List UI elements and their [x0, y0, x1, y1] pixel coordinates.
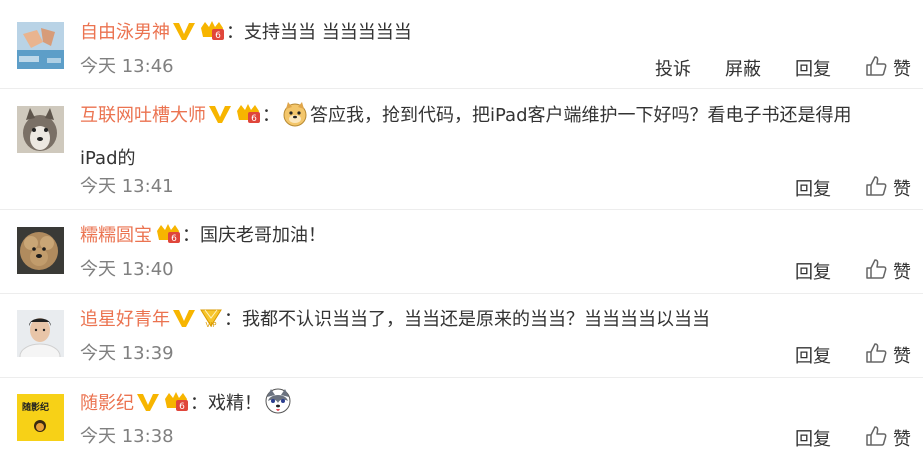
timestamp: 今天 13:40 — [80, 259, 174, 280]
like-label: 赞 — [893, 345, 911, 367]
comment-content: 追星好青年 VIP ：我都不认识当当了，当当还是原来的当当？当当当当以当当 — [80, 301, 911, 341]
reply-button[interactable]: 回复 — [795, 58, 831, 82]
timestamp: 今天 13:41 — [80, 176, 174, 197]
comment-text: 支持当当 当当当当当 — [244, 22, 412, 43]
comment-actions: 回复 赞 — [761, 342, 911, 371]
like-button[interactable]: 赞 — [865, 258, 911, 287]
v-badge-icon — [172, 304, 196, 341]
comment-text: 国庆老哥加油！ — [200, 225, 326, 246]
svg-text:VIP: VIP — [205, 321, 216, 328]
avatar-image — [17, 106, 64, 153]
level-badge-icon: 6 — [198, 17, 226, 54]
like-label: 赞 — [893, 261, 911, 283]
avatar-image — [17, 310, 64, 357]
comment-content: 互联网吐槽大师 6 ： 答应我，抢到代码，把iPad客户端维护一下好吗？看电子书还是得… — [80, 97, 911, 177]
comment-actions: 回复 赞 — [761, 175, 911, 204]
like-button[interactable]: 赞 — [865, 55, 911, 84]
reply-button[interactable]: 回复 — [795, 261, 831, 285]
comment-text-continued: iPad的 — [80, 148, 136, 169]
comment-text: 我都不认识当当了，当当还是原来的当当？当当当当以当当 — [242, 309, 710, 330]
colon: ： — [182, 225, 200, 246]
thumbs-up-icon — [865, 258, 887, 287]
colon: ： — [262, 105, 280, 126]
username[interactable]: 追星好青年 — [80, 309, 170, 330]
comment-actions: 回复 赞 — [761, 425, 911, 454]
avatar-image — [17, 227, 64, 274]
avatar[interactable]: 随影纪 — [17, 394, 64, 441]
comment-actions: 投诉 屏蔽 回复 赞 — [621, 55, 911, 84]
svg-text:6: 6 — [215, 31, 221, 41]
like-button[interactable]: 赞 — [865, 175, 911, 204]
timestamp: 今天 13:39 — [80, 343, 174, 364]
husky-emoji-icon — [264, 387, 292, 428]
username[interactable]: 互联网吐槽大师 — [80, 105, 206, 126]
timestamp: 今天 13:38 — [80, 426, 174, 447]
vip-badge-icon: VIP — [198, 304, 224, 341]
colon: ： — [190, 393, 208, 414]
level-badge-icon: 6 — [234, 100, 262, 137]
avatar[interactable] — [17, 310, 64, 357]
comment-meta: 今天 13:39 回复 赞 — [80, 342, 911, 367]
colon: ： — [224, 309, 242, 330]
comment-meta: 今天 13:40 回复 赞 — [80, 258, 911, 283]
comment-list: 自由泳男神6：支持当当 当当当当当 今天 13:46 投诉 屏蔽 回复 赞 — [0, 0, 923, 453]
comment-item: 糯糯圆宝 6 ：国庆老哥加油！ 今天 13:40 回复 赞 — [0, 210, 923, 294]
avatar[interactable] — [17, 227, 64, 274]
doge-emoji-icon — [282, 101, 308, 140]
comment-item: 随影纪 随影纪 6 ：戏精！ 今天 13:38 回复 赞 — [0, 378, 923, 453]
comment-actions: 回复 赞 — [761, 258, 911, 287]
thumbs-up-icon — [865, 425, 887, 454]
comment-meta: 今天 13:38 回复 赞 — [80, 425, 911, 450]
comment-text: 答应我，抢到代码，把iPad客户端维护一下好吗？看电子书还是得用 — [310, 105, 852, 126]
svg-text:6: 6 — [251, 114, 257, 124]
level-badge-icon: 6 — [162, 388, 190, 425]
colon: ： — [226, 22, 244, 43]
username[interactable]: 自由泳男神 — [80, 22, 170, 43]
username[interactable]: 随影纪 — [80, 393, 134, 414]
comment-item: 自由泳男神 6 ：支持当当 当当当当当 今天 13:46 投诉 屏蔽 回复 赞 — [0, 0, 923, 89]
like-button[interactable]: 赞 — [865, 342, 911, 371]
level-badge-icon: 6 — [154, 220, 182, 257]
block-button[interactable]: 屏蔽 — [725, 58, 761, 82]
thumbs-up-icon — [865, 175, 887, 204]
svg-text:6: 6 — [171, 234, 177, 244]
like-button[interactable]: 赞 — [865, 425, 911, 454]
avatar-image — [17, 22, 64, 69]
username[interactable]: 糯糯圆宝 — [80, 225, 152, 246]
v-badge-icon — [136, 388, 160, 425]
avatar[interactable] — [17, 106, 64, 153]
comment-meta: 今天 13:46 投诉 屏蔽 回复 赞 — [80, 55, 911, 80]
like-label: 赞 — [893, 428, 911, 450]
comment-meta: 今天 13:41 回复 赞 — [80, 175, 911, 200]
avatar-text: 随影纪 — [22, 403, 50, 413]
report-button[interactable]: 投诉 — [655, 58, 691, 82]
thumbs-up-icon — [865, 55, 887, 84]
avatar-image — [17, 394, 64, 441]
reply-button[interactable]: 回复 — [795, 178, 831, 202]
v-badge-icon — [172, 17, 196, 54]
comment-text: 戏精！ — [208, 393, 262, 414]
reply-button[interactable]: 回复 — [795, 345, 831, 369]
thumbs-up-icon — [865, 342, 887, 371]
svg-text:6: 6 — [179, 402, 185, 412]
comment-content: 糯糯圆宝 6 ：国庆老哥加油！ — [80, 217, 911, 257]
like-label: 赞 — [893, 58, 911, 80]
timestamp: 今天 13:46 — [80, 56, 174, 77]
comment-item: 互联网吐槽大师 6 ： 答应我，抢到代码，把iPad客户端维护一下好吗？看电子书还是得… — [0, 89, 923, 210]
avatar[interactable] — [17, 22, 64, 69]
like-label: 赞 — [893, 178, 911, 200]
comment-content: 随影纪 6 ：戏精！ — [80, 385, 911, 428]
reply-button[interactable]: 回复 — [795, 428, 831, 452]
comment-content: 自由泳男神 6 ：支持当当 当当当当当 — [80, 14, 911, 54]
v-badge-icon — [208, 100, 232, 137]
comment-item: 追星好青年 VIP ：我都不认识当当了，当当还是原来的当当？当当当当以当当 今天 1… — [0, 294, 923, 378]
